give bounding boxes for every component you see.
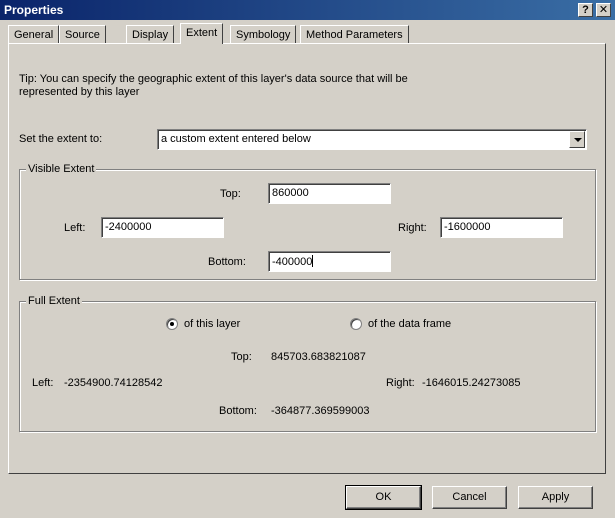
radio-of-the-data-frame-label[interactable]: of the data frame [368, 318, 451, 330]
visible-extent-group: Visible Extent Top: 860000 Left: -240000… [19, 163, 596, 280]
tip-line-2: represented by this layer [19, 86, 140, 98]
full-bottom-value: -364877.369599003 [271, 405, 370, 417]
extent-dropdown[interactable]: a custom extent entered below [157, 129, 587, 150]
ok-button[interactable]: OK [345, 485, 422, 510]
close-icon: ✕ [598, 4, 609, 16]
visible-bottom-label: Bottom: [208, 256, 246, 268]
tab-panel-extent: Tip: You can specify the geographic exte… [8, 43, 606, 474]
radio-of-the-data-frame[interactable] [350, 318, 362, 330]
full-top-value: 845703.683821087 [271, 351, 366, 363]
visible-top-label: Top: [220, 188, 241, 200]
radio-of-this-layer-label[interactable]: of this layer [184, 318, 240, 330]
full-extent-title: Full Extent [26, 295, 82, 307]
tab-source[interactable]: Source [59, 25, 106, 43]
visible-top-field[interactable]: 860000 [268, 183, 391, 204]
tab-display[interactable]: Display [126, 25, 175, 43]
tip-line-1: Tip: You can specify the geographic exte… [19, 73, 408, 85]
chevron-down-icon[interactable] [569, 131, 585, 148]
text-caret [312, 255, 314, 267]
cancel-button[interactable]: Cancel [432, 486, 507, 509]
visible-bottom-field[interactable]: -400000 [268, 251, 391, 272]
full-extent-group: Full Extent of this layer of the data fr… [19, 295, 596, 432]
visible-right-field[interactable]: -1600000 [440, 217, 563, 238]
full-left-value: -2354900.74128542 [64, 377, 163, 389]
full-right-label: Right: [386, 377, 415, 389]
full-left-label: Left: [32, 377, 54, 389]
radio-of-this-layer[interactable] [166, 318, 178, 330]
apply-button[interactable]: Apply [518, 486, 593, 509]
full-top-label: Top: [231, 351, 252, 363]
tab-extent[interactable]: Extent [180, 23, 224, 44]
visible-right-label: Right: [398, 222, 427, 234]
visible-left-label: Left: [64, 222, 86, 234]
extent-select-label: Set the extent to: [19, 133, 103, 145]
tab-method-parameters[interactable]: Method Parameters [300, 25, 409, 43]
tab-general[interactable]: General [8, 25, 60, 43]
window-title: Properties [4, 3, 64, 17]
close-button[interactable]: ✕ [596, 3, 611, 17]
visible-left-field[interactable]: -2400000 [101, 217, 224, 238]
visible-bottom-value: -400000 [272, 256, 313, 268]
visible-extent-title: Visible Extent [26, 163, 97, 175]
apply-button-label: Apply [541, 491, 570, 503]
tab-symbology[interactable]: Symbology [230, 25, 297, 43]
full-right-value: -1646015.24273085 [422, 377, 521, 389]
help-button[interactable]: ? [578, 3, 593, 17]
extent-dropdown-value: a custom extent entered below [161, 133, 311, 145]
full-bottom-label: Bottom: [219, 405, 257, 417]
title-bar: Properties ? ✕ [0, 0, 615, 20]
